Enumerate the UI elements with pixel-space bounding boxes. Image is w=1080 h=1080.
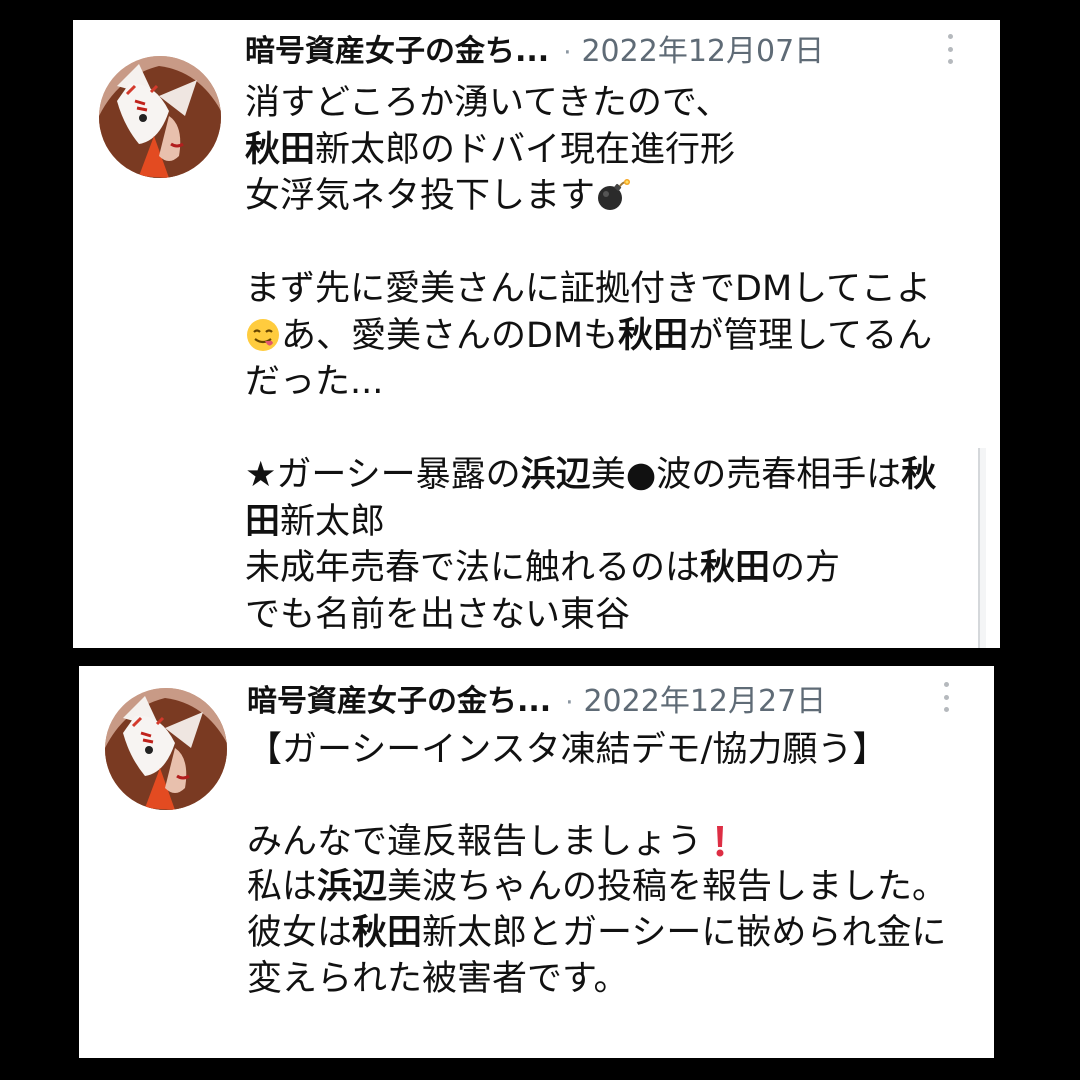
text-line: 私は浜辺美波ちゃんの投稿を報告しました。 bbox=[247, 865, 947, 911]
text-segment: 消すどころか湧いてきたので、 bbox=[245, 83, 731, 123]
text-line bbox=[247, 774, 947, 820]
avatar[interactable] bbox=[105, 688, 227, 810]
scrollbar[interactable] bbox=[978, 448, 986, 648]
bold-text: 秋田 bbox=[618, 315, 689, 356]
bomb-emoji bbox=[595, 177, 631, 213]
text-segment: だった... bbox=[245, 362, 384, 402]
text-line bbox=[245, 220, 936, 267]
text-segment: ★ガーシー暴露の bbox=[245, 455, 521, 495]
text-line: でも名前を出さない東谷 bbox=[245, 592, 936, 639]
text-line: みんなで違反報告しましょう bbox=[247, 820, 947, 866]
more-options-icon[interactable] bbox=[942, 682, 950, 712]
text-line: まず先に愛美さんに証拠付きでDMしてこよ bbox=[245, 266, 936, 313]
text-line: 変えられた被害者です。 bbox=[247, 957, 947, 1003]
text-segment: まず先に愛美さんに証拠付きでDMしてこよ bbox=[245, 269, 932, 309]
avatar[interactable] bbox=[99, 56, 221, 178]
text-segment: 美●波の売春相手は bbox=[590, 455, 902, 495]
text-line: 未成年売春で法に触れるのは秋田の方 bbox=[245, 545, 936, 592]
text-segment: 彼女は bbox=[247, 913, 353, 954]
text-line: 秋田新太郎のドバイ現在進行形 bbox=[245, 127, 936, 174]
post-text: 【ガーシーインスタ凍結デモ/協力願う】 みんなで違反報告しましょう 私は浜辺美波ち… bbox=[247, 728, 947, 1003]
text-segment: 新太郎のドバイ現在進行形 bbox=[315, 129, 736, 170]
text-segment: 変えられた被害者です。 bbox=[247, 958, 629, 999]
text-line: ★ガーシー暴露の浜辺美●波の売春相手は秋 bbox=[245, 452, 936, 499]
author-name[interactable]: 暗号資産女子の金ち... bbox=[247, 684, 551, 720]
bold-text: 浜辺 bbox=[520, 455, 591, 495]
text-segment: が管理してるん bbox=[688, 315, 933, 356]
text-segment: 女浮気ネタ投下します bbox=[245, 176, 596, 216]
text-segment: みんなで違反報告しましょう bbox=[247, 821, 703, 862]
post-date[interactable]: 2022年12月07日 bbox=[581, 34, 824, 70]
more-options-icon[interactable] bbox=[946, 34, 954, 64]
text-line: 田新太郎 bbox=[245, 499, 936, 546]
text-segment: の方 bbox=[770, 548, 841, 588]
text-segment: でも名前を出さない東谷 bbox=[245, 594, 631, 635]
bold-text: 浜辺 bbox=[317, 867, 388, 908]
text-segment: 新太郎とガーシーに嵌められ金に bbox=[422, 913, 947, 954]
text-segment: あ、愛美さんのDMも bbox=[281, 315, 619, 356]
post-card[interactable]: 暗号資産女子の金ち... · 2022年12月27日 【ガーシーインスタ凍結デモ… bbox=[79, 666, 994, 1058]
text-line: 彼女は秋田新太郎とガーシーに嵌められ金に bbox=[247, 911, 947, 957]
bold-text: 秋田 bbox=[352, 913, 423, 954]
post-card[interactable]: 暗号資産女子の金ち... · 2022年12月07日 消すどころか湧いてきたので… bbox=[73, 20, 1000, 648]
post-header: 暗号資産女子の金ち... · 2022年12月27日 bbox=[247, 684, 826, 721]
post-header: 暗号資産女子の金ち... · 2022年12月07日 bbox=[245, 34, 824, 71]
text-segment: 新太郎 bbox=[280, 501, 386, 542]
text-segment: 私は bbox=[247, 867, 318, 908]
text-line: 【ガーシーインスタ凍結デモ/協力願う】 bbox=[247, 728, 947, 774]
bold-text: 田 bbox=[245, 501, 281, 542]
author-name[interactable]: 暗号資産女子の金ち... bbox=[245, 34, 549, 70]
header-separator: · bbox=[563, 38, 572, 68]
bold-text: 秋田 bbox=[245, 129, 316, 170]
bold-text: 秋 bbox=[901, 455, 937, 495]
yum-face-emoji bbox=[245, 317, 281, 353]
text-segment: 美波ちゃんの投稿を報告しました。 bbox=[387, 867, 948, 908]
text-line: あ、愛美さんのDMも秋田が管理してるん bbox=[245, 313, 936, 360]
text-line: 消すどころか湧いてきたので、 bbox=[245, 80, 936, 127]
text-line bbox=[245, 406, 936, 453]
text-segment: 未成年売春で法に触れるのは bbox=[245, 548, 701, 588]
bold-text: 秋田 bbox=[700, 548, 771, 588]
text-line: 女浮気ネタ投下します bbox=[245, 173, 936, 220]
text-segment: 【ガーシーインスタ凍結デモ/協力願う】 bbox=[247, 730, 888, 770]
post-text: 消すどころか湧いてきたので、 秋田新太郎のドバイ現在進行形 女浮気ネタ投下します ま… bbox=[245, 80, 936, 638]
text-line: だった... bbox=[245, 359, 936, 406]
header-separator: · bbox=[565, 688, 574, 718]
exclamation-emoji bbox=[702, 823, 738, 859]
post-date[interactable]: 2022年12月27日 bbox=[583, 684, 826, 720]
